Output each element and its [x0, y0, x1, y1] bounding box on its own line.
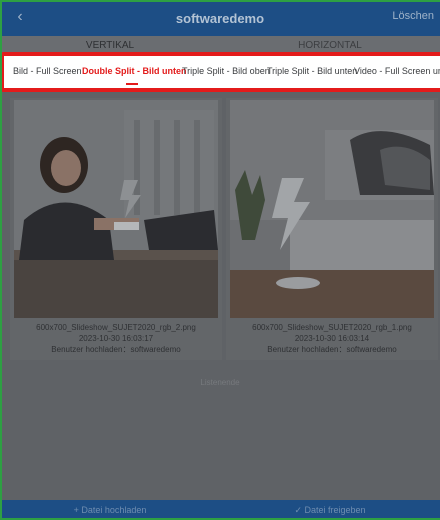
- media-filename: 600x700_Slideshow_SUJET2020_rgb_1.png: [252, 323, 412, 332]
- media-filename: 600x700_Slideshow_SUJET2020_rgb_2.png: [36, 323, 196, 332]
- media-uploader: Benutzer hochladen：softwaredemo: [51, 345, 181, 354]
- tab-triple-split-bild-oben[interactable]: Triple Split - Bild oben: [182, 66, 270, 76]
- tab-bild-full-screen[interactable]: Bild - Full Screen: [13, 66, 82, 76]
- media-date: 2023-10-30 16:03:17: [78, 334, 154, 343]
- layout-mode-tabs: Bild - Full Screen Double Split - Bild u…: [0, 52, 440, 92]
- share-file-button[interactable]: ✓ Datei freigeben: [220, 500, 440, 520]
- media-date: 2023-10-30 16:03:14: [294, 334, 370, 343]
- top-bar: ‹ softwaredemo Löschen: [0, 0, 440, 36]
- delete-button[interactable]: Löschen: [392, 10, 434, 22]
- media-info: 600x700_Slideshow_SUJET2020_rgb_2.png 20…: [10, 322, 222, 355]
- media-card[interactable]: 600x700_Slideshow_SUJET2020_rgb_1.png 20…: [226, 98, 438, 360]
- list-end-label: Listenende: [200, 378, 240, 387]
- upload-file-button[interactable]: + Datei hochladen: [0, 500, 220, 520]
- bedroom-photo-image: [230, 100, 434, 318]
- page-title: softwaredemo: [175, 10, 265, 26]
- media-card[interactable]: 600x700_Slideshow_SUJET2020_rgb_2.png 20…: [10, 98, 222, 360]
- chevron-left-icon: ‹: [17, 8, 23, 25]
- media-thumbnail[interactable]: [14, 100, 218, 318]
- media-thumbnail[interactable]: [230, 100, 434, 318]
- tab-video-full-screen[interactable]: Video - Full Screen und S: [354, 66, 440, 76]
- tab-triple-split-bild-unten[interactable]: Triple Split - Bild unten: [267, 66, 357, 76]
- bottom-action-bar: + Datei hochladen ✓ Datei freigeben: [0, 500, 440, 520]
- back-button[interactable]: ‹: [10, 7, 30, 27]
- office-photo-image: [14, 100, 218, 318]
- media-uploader: Benutzer hochladen：softwaredemo: [267, 345, 397, 354]
- active-tab-indicator: [126, 83, 138, 85]
- media-info: 600x700_Slideshow_SUJET2020_rgb_1.png 20…: [226, 322, 438, 355]
- media-list: 600x700_Slideshow_SUJET2020_rgb_2.png 20…: [0, 92, 440, 500]
- tab-double-split-bild-unten[interactable]: Double Split - Bild unten: [82, 66, 187, 76]
